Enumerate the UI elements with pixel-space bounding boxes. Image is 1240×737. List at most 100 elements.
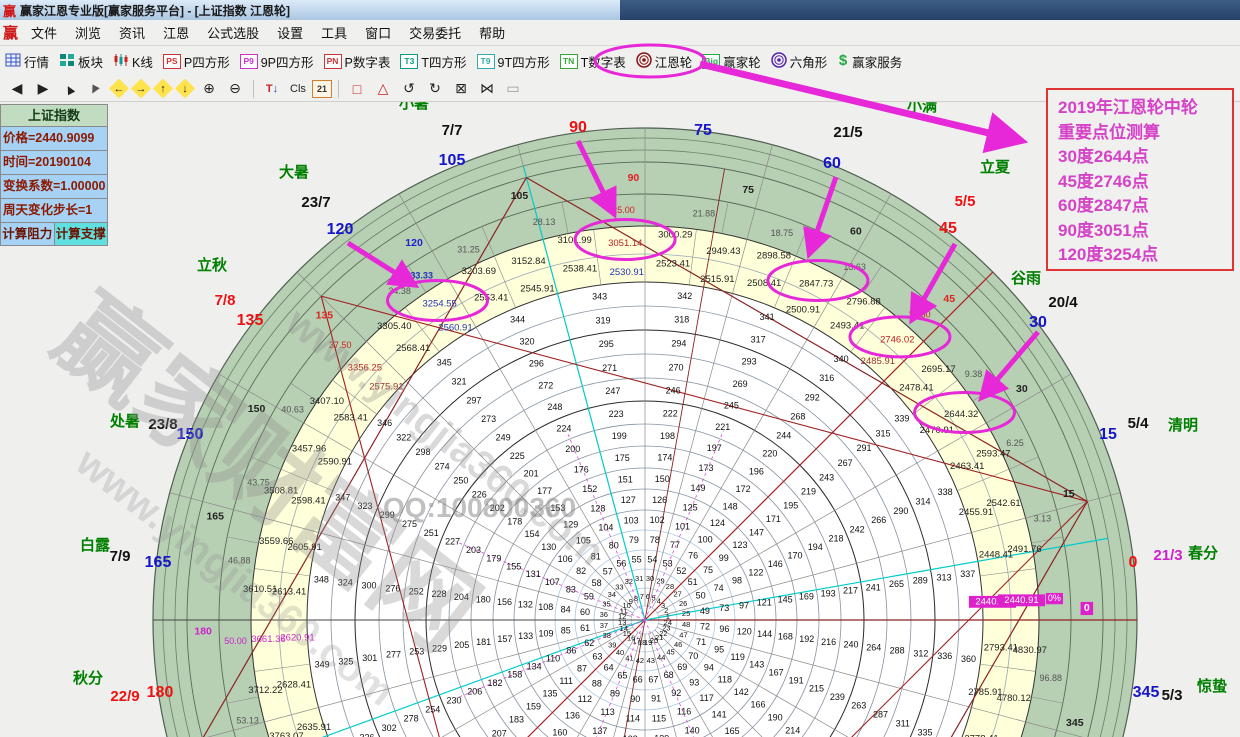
fit-scale-button[interactable]: ⋈ (475, 78, 499, 99)
delete-box-button[interactable]: ⊠ (449, 78, 473, 99)
hexagon-icon (771, 52, 787, 71)
rotate-cw-button[interactable]: ↻ (423, 78, 447, 99)
menu-资讯[interactable]: 资讯 (110, 23, 154, 44)
square-tool-button[interactable]: □ (345, 78, 369, 99)
prev-bar-button[interactable]: ◀ (5, 78, 29, 99)
main-toolbar: 行情板块K线PSP四方形P99P四方形PNP数字表T3T四方形T99T四方形TN… (0, 46, 1240, 77)
svg-text:242: 242 (850, 524, 865, 534)
menu-设置[interactable]: 设置 (268, 23, 312, 44)
toolbar-label-赢家轮: 赢家轮 (723, 52, 761, 71)
key-level-line-5: 90度3051点 (1058, 219, 1228, 244)
toolbar-button-P四方形[interactable]: PSP四方形 (158, 49, 235, 74)
menu-工具[interactable]: 工具 (312, 23, 356, 44)
toolbar-button-K线[interactable]: K线 (108, 49, 158, 74)
toolbar-button-板块[interactable]: 板块 (54, 49, 108, 74)
svg-text:298: 298 (415, 447, 430, 457)
pan-down-button[interactable]: ↓ (175, 79, 195, 99)
svg-text:71: 71 (696, 637, 706, 647)
svg-text:203: 203 (466, 545, 481, 555)
toolbar-button-T四方形[interactable]: T3T四方形 (395, 49, 471, 74)
pan-right-button[interactable]: → (131, 79, 151, 99)
next-bar-button[interactable]: ▶ (31, 78, 55, 99)
svg-text:272: 272 (538, 381, 553, 391)
menu-浏览[interactable]: 浏览 (66, 23, 110, 44)
svg-text:3407.10: 3407.10 (310, 396, 344, 407)
svg-text:115: 115 (652, 713, 666, 723)
menu-江恩[interactable]: 江恩 (154, 23, 198, 44)
rotate-ccw-button[interactable]: ↺ (397, 78, 421, 99)
wheel-label-90: 90 (569, 119, 587, 136)
pointer-left-button[interactable]: ▲ (53, 74, 84, 104)
svg-text:154: 154 (524, 529, 539, 539)
wheel-label-75: 75 (694, 122, 712, 139)
toolbar-button-赢家轮[interactable]: Big赢家轮 (697, 49, 766, 74)
toolbar-label-江恩轮: 江恩轮 (655, 52, 693, 71)
svg-text:119: 119 (731, 652, 745, 662)
menu-bar: 赢 文件浏览资讯江恩公式选股设置工具窗口交易委托帮助 (0, 20, 1240, 46)
indicator-row-3: 周天变化步长=1 (1, 199, 107, 223)
svg-text:60: 60 (580, 607, 590, 617)
toolbar-button-六角形[interactable]: 六角形 (766, 49, 833, 74)
pointer-right-button[interactable]: ▼ (79, 74, 110, 104)
svg-text:30: 30 (646, 574, 654, 583)
svg-text:192: 192 (799, 634, 814, 644)
zoom-in-button[interactable]: ⊕ (197, 78, 221, 99)
toolbar-button-江恩轮[interactable]: 江恩轮 (631, 49, 698, 74)
toolbar-separator (338, 80, 339, 98)
wheel-label-21/3: 21/3 (1153, 547, 1182, 564)
svg-text:181: 181 (476, 637, 491, 647)
toolbar-button-行情[interactable]: 行情 (0, 49, 54, 74)
menu-交易委托[interactable]: 交易委托 (400, 23, 470, 44)
svg-text:34.38: 34.38 (388, 286, 411, 296)
title-bar-background (620, 0, 1240, 20)
pan-left-button[interactable]: ← (109, 79, 129, 99)
price-axis-button[interactable]: T↓ (260, 78, 284, 99)
toolbar-button-赢家服务[interactable]: $赢家服务 (832, 49, 907, 74)
svg-text:205: 205 (454, 640, 469, 650)
svg-text:37: 37 (600, 621, 608, 630)
svg-text:274: 274 (435, 462, 450, 472)
svg-text:44: 44 (657, 653, 665, 662)
calc-resistance-button[interactable]: 计算阻力 (1, 223, 55, 245)
svg-text:49: 49 (700, 606, 710, 616)
wheel-label-清明: 清明 (1168, 416, 1198, 434)
svg-text:24: 24 (664, 618, 672, 627)
menu-文件[interactable]: 文件 (22, 23, 66, 44)
svg-text:267: 267 (838, 458, 853, 468)
wheel-label-春分: 春分 (1188, 544, 1218, 562)
key-level-line-4: 60度2847点 (1058, 194, 1228, 219)
toolbar-button-T数字表[interactable]: TNT数字表 (555, 49, 631, 74)
toolbar-button-9T四方形[interactable]: T99T四方形 (472, 49, 555, 74)
svg-text:$: $ (839, 52, 848, 68)
wheel-label-大暑: 大暑 (279, 163, 309, 181)
svg-text:37.50: 37.50 (329, 340, 352, 350)
menu-帮助[interactable]: 帮助 (470, 23, 514, 44)
menu-公式选股[interactable]: 公式选股 (198, 23, 268, 44)
pan-up-button[interactable]: ↑ (153, 79, 173, 99)
svg-text:89: 89 (610, 689, 620, 699)
svg-text:58: 58 (592, 578, 602, 588)
svg-text:130: 130 (541, 542, 556, 552)
calendar-button[interactable]: 21 (312, 80, 332, 98)
wheel-label-45: 45 (939, 220, 957, 237)
svg-text:338: 338 (938, 487, 953, 497)
svg-text:91: 91 (651, 694, 661, 704)
svg-text:93: 93 (689, 677, 699, 687)
cls-button[interactable]: Cls (286, 78, 310, 99)
table-icon (5, 53, 21, 70)
toolbar-button-P数字表[interactable]: PNP数字表 (319, 49, 396, 74)
presentation-button[interactable]: ▭ (501, 78, 525, 99)
triangle-tool-button[interactable]: △ (371, 78, 395, 99)
menu-窗口[interactable]: 窗口 (356, 23, 400, 44)
svg-text:3101.99: 3101.99 (557, 235, 591, 246)
t9-badge: T9 (477, 54, 495, 69)
toolbar-button-9P四方形[interactable]: P99P四方形 (235, 49, 319, 74)
tn-badge: TN (560, 54, 578, 69)
calc-support-button[interactable]: 计算支撑 (55, 223, 108, 245)
svg-text:226: 226 (472, 489, 487, 499)
svg-text:2530.91: 2530.91 (610, 267, 644, 278)
zoom-out-button[interactable]: ⊖ (223, 78, 247, 99)
svg-text:251: 251 (424, 528, 439, 538)
indicator-panel: 上证指数 价格=2440.9099时间=20190104变换系数=1.00000… (0, 104, 108, 246)
instrument-name: 上证指数 (1, 105, 107, 127)
